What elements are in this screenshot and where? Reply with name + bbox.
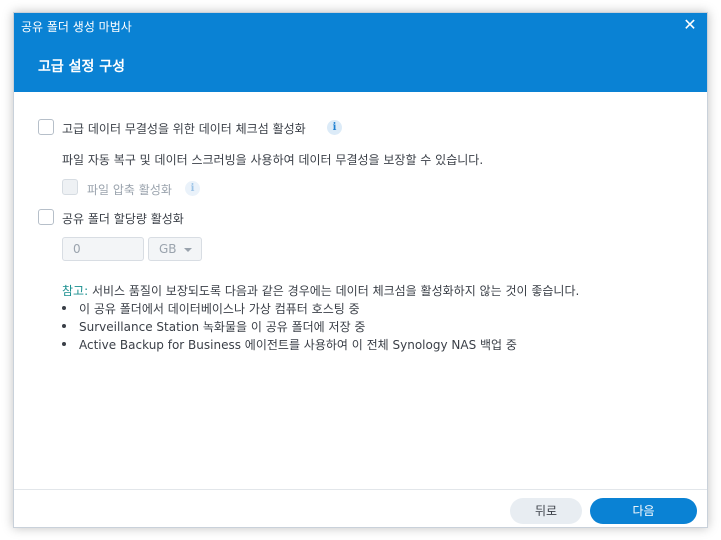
note-body: 서비스 품질이 보장되도록 다음과 같은 경우에는 데이터 체크섬을 활성화하지… xyxy=(88,284,580,298)
compression-checkbox xyxy=(62,179,78,195)
note-text: 참고: 서비스 품질이 보장되도록 다음과 같은 경우에는 데이터 체크섬을 활… xyxy=(62,282,579,299)
list-item-text: 이 공유 폴더에서 데이터베이스나 가상 컴퓨터 호스팅 중 xyxy=(79,301,360,316)
quota-checkbox[interactable] xyxy=(38,209,54,225)
list-item: Active Backup for Business 에이전트를 사용하여 이 … xyxy=(62,335,517,353)
window-title: 공유 폴더 생성 마법사 xyxy=(21,20,132,34)
step-title: 고급 설정 구성 xyxy=(38,59,126,75)
compression-label: 파일 압축 활성화 xyxy=(87,183,172,197)
wizard-dialog: 공유 폴더 생성 마법사 ✕ 고급 설정 구성 고급 데이터 무결성을 위한 데… xyxy=(13,12,708,528)
bullet-icon xyxy=(62,324,66,328)
wizard-footer: 뒤로 다음 xyxy=(14,489,707,527)
note-list: 이 공유 폴더에서 데이터베이스나 가상 컴퓨터 호스팅 중 Surveilla… xyxy=(62,299,517,353)
list-item: Surveillance Station 녹화물을 이 공유 폴더에 저장 중 xyxy=(62,317,517,335)
checksum-checkbox[interactable] xyxy=(38,119,54,135)
compression-info-icon: i xyxy=(185,181,200,196)
wizard-content: 고급 데이터 무결성을 위한 데이터 체크섬 활성화 i 파일 자동 복구 및 … xyxy=(14,92,707,489)
list-item-text: Active Backup for Business 에이전트를 사용하여 이 … xyxy=(79,337,517,352)
back-button[interactable]: 뒤로 xyxy=(510,498,582,524)
quota-unit-select: GB xyxy=(148,237,202,261)
quota-size-input: 0 xyxy=(62,237,144,261)
step-header: 고급 설정 구성 xyxy=(14,40,707,92)
bullet-icon xyxy=(62,306,66,310)
checksum-label: 고급 데이터 무결성을 위한 데이터 체크섬 활성화 xyxy=(62,122,306,136)
quota-unit-value: GB xyxy=(159,242,177,256)
list-item-text: Surveillance Station 녹화물을 이 공유 폴더에 저장 중 xyxy=(79,319,366,334)
window-titlebar: 공유 폴더 생성 마법사 ✕ xyxy=(14,13,707,40)
note-prefix: 참고: xyxy=(62,284,89,298)
next-button[interactable]: 다음 xyxy=(590,498,697,524)
close-icon[interactable]: ✕ xyxy=(682,17,698,33)
chevron-down-icon xyxy=(184,248,192,252)
bullet-icon xyxy=(62,342,66,346)
checksum-info-icon[interactable]: i xyxy=(327,120,342,135)
quota-label: 공유 폴더 할당량 활성화 xyxy=(62,212,184,226)
checksum-description: 파일 자동 복구 및 데이터 스크러빙을 사용하여 데이터 무결성을 보장할 수… xyxy=(62,153,484,167)
list-item: 이 공유 폴더에서 데이터베이스나 가상 컴퓨터 호스팅 중 xyxy=(62,299,517,317)
